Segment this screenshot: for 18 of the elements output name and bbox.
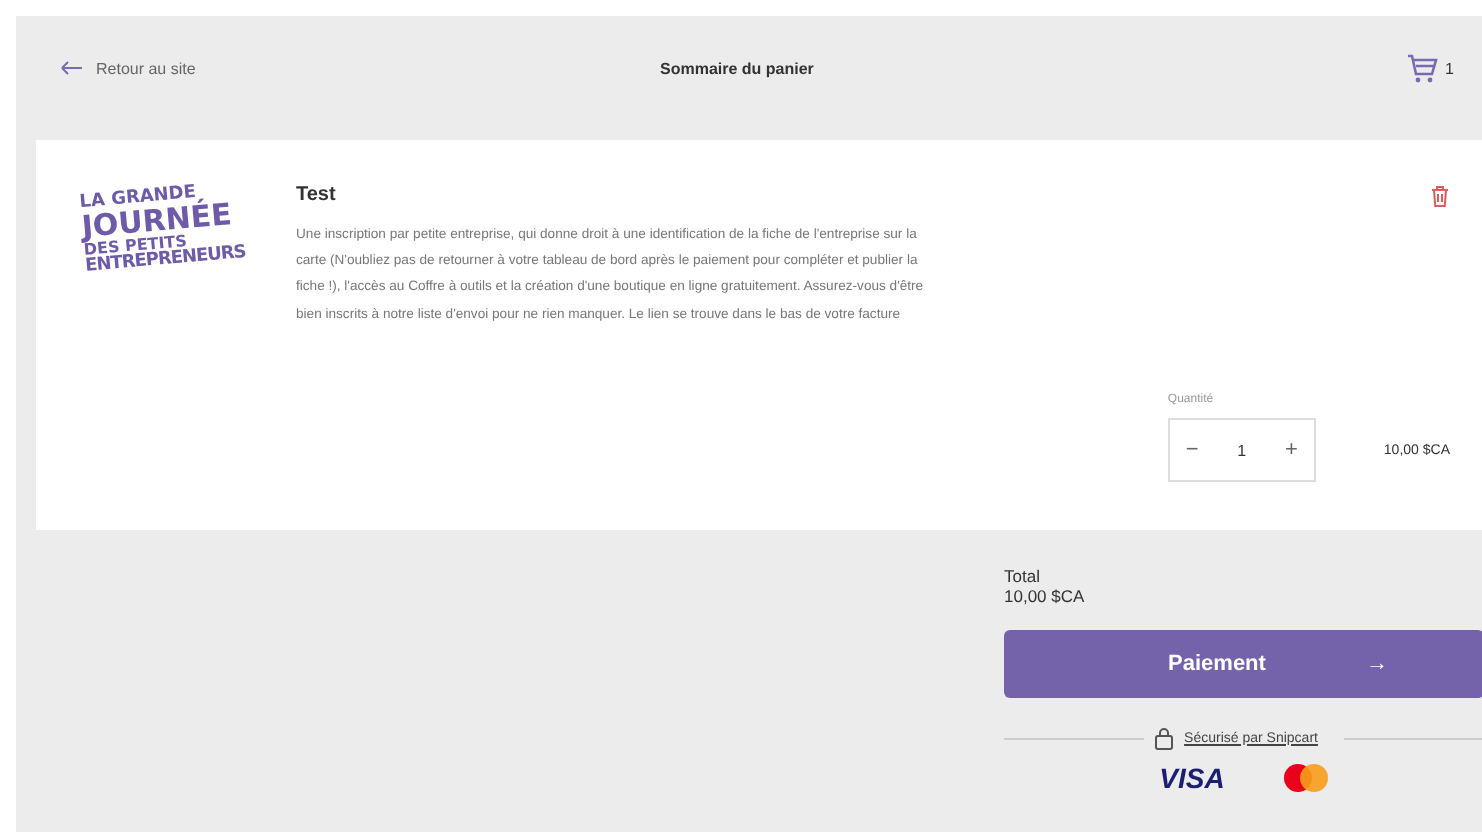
total-amount: 10,00 $CA — [1004, 586, 1087, 606]
increment-button[interactable]: + — [1268, 438, 1314, 462]
mastercard-icon — [1284, 764, 1329, 792]
pay-button[interactable]: Paiement → — [1004, 630, 1482, 698]
decrement-button[interactable]: − — [1169, 438, 1215, 462]
quantity-value: 1 — [1237, 441, 1247, 459]
cart-icon[interactable] — [1405, 53, 1438, 83]
trash-icon[interactable] — [1430, 184, 1450, 208]
lock-icon — [1154, 726, 1175, 750]
arrow-left-icon — [60, 60, 84, 76]
total-label: Total — [1004, 566, 1042, 586]
visa-logo: VISA — [1159, 762, 1225, 794]
quantity-stepper[interactable]: − 1 + — [1167, 418, 1316, 482]
page-title: Sommaire du panier — [660, 59, 816, 77]
back-link[interactable]: Retour au site — [60, 59, 660, 77]
item-name: Test — [296, 184, 338, 206]
logo: LA GRANDE JOURNÉE DES PETITS ENTREPRENEURS — [79, 181, 249, 281]
cart-count: 1 — [1445, 59, 1454, 77]
